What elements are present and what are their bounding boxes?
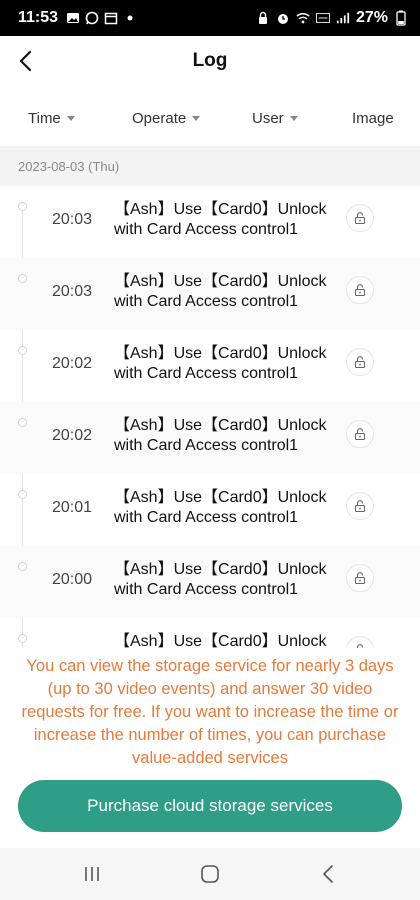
status-right-icons: 27% (256, 9, 408, 27)
purchase-cloud-storage-button[interactable]: Purchase cloud storage services (18, 780, 402, 832)
timeline-dot (18, 202, 27, 211)
status-left-icons (66, 11, 137, 25)
status-time: 11:53 (18, 9, 59, 26)
log-text: 【Ash】Use【Card0】Unlock with Card Access c… (114, 417, 327, 454)
log-text: 【Ash】Use【Card0】Unlock with Card Access c… (114, 489, 327, 526)
caret-down-icon (289, 115, 298, 121)
storage-notice: You can view the storage service for nea… (21, 657, 399, 767)
log-item[interactable]: 20:03 【Ash】Use【Card0】Unlock with Card Ac… (0, 186, 420, 258)
home-icon[interactable] (198, 862, 222, 886)
unlock-icon[interactable] (346, 204, 374, 232)
log-text: 【Ash】Use【Card0】Unlock (114, 633, 327, 648)
log-time: 20:03 (52, 283, 93, 300)
log-list[interactable]: 20:03 【Ash】Use【Card0】Unlock with Card Ac… (0, 186, 420, 648)
filter-time[interactable]: Time (28, 110, 75, 127)
filter-operate[interactable]: Operate (132, 109, 201, 127)
log-item[interactable]: 20:00 【Ash】Use【Card0】Unlock with Card Ac… (0, 546, 420, 618)
volte-icon (315, 11, 330, 25)
filter-image[interactable]: Image (352, 110, 394, 127)
alarm-icon (276, 11, 290, 25)
log-item[interactable]: 【Ash】Use【Card0】Unlock (0, 618, 420, 648)
log-text: 【Ash】Use【Card0】Unlock with Card Access c… (114, 561, 327, 598)
log-time: 20:02 (52, 355, 93, 372)
caret-down-icon (66, 115, 75, 121)
log-time: 20:01 (52, 499, 93, 516)
unlock-icon[interactable] (346, 276, 374, 304)
back-icon[interactable] (316, 862, 340, 886)
alarm-lock-icon (256, 11, 270, 25)
date-header-label: 2023-08-03 (Thu) (18, 158, 120, 174)
unlock-icon[interactable] (346, 492, 374, 520)
recent-apps-icon[interactable] (80, 862, 104, 886)
dot-icon (123, 11, 137, 25)
timeline-dot (18, 346, 27, 355)
filter-image-label: Image (352, 109, 394, 127)
purchase-button-label: Purchase cloud storage services (87, 796, 333, 815)
filter-operate-label: Operate (132, 109, 187, 127)
app-header: Log (0, 36, 420, 86)
page-title: Log (192, 50, 228, 71)
log-text: 【Ash】Use【Card0】Unlock with Card Access c… (114, 345, 327, 382)
date-header: 2023-08-03 (Thu) (0, 146, 420, 186)
filter-user-label: User (252, 109, 284, 127)
gallery-icon (66, 11, 80, 25)
signal-icon (336, 11, 350, 25)
timeline-dot (18, 562, 27, 571)
calendar-icon (104, 11, 118, 25)
log-text: 【Ash】Use【Card0】Unlock with Card Access c… (114, 273, 327, 310)
battery-icon (394, 10, 408, 26)
system-nav-bar (0, 848, 420, 900)
log-text: 【Ash】Use【Card0】Unlock with Card Access c… (114, 201, 327, 238)
unlock-icon[interactable] (346, 564, 374, 592)
timeline-dot (18, 274, 27, 283)
battery-percent: 27% (355, 9, 388, 26)
log-time: 20:02 (52, 427, 93, 444)
log-time: 20:03 (52, 211, 93, 228)
log-item[interactable]: 20:01 【Ash】Use【Card0】Unlock with Card Ac… (0, 474, 420, 546)
back-button[interactable] (10, 46, 40, 76)
unlock-icon[interactable] (346, 348, 374, 376)
chevron-left-icon (19, 50, 32, 72)
timeline-dot (18, 490, 27, 499)
timeline-dot (18, 634, 27, 643)
unlock-icon[interactable] (346, 636, 374, 648)
timeline-dot (18, 418, 27, 427)
log-item[interactable]: 20:02 【Ash】Use【Card0】Unlock with Card Ac… (0, 402, 420, 474)
log-item[interactable]: 20:02 【Ash】Use【Card0】Unlock with Card Ac… (0, 330, 420, 402)
filter-bar: Time Operate User Image (0, 100, 420, 136)
unlock-icon[interactable] (346, 420, 374, 448)
filter-user[interactable]: User (252, 110, 298, 127)
whatsapp-icon (85, 11, 99, 25)
log-time: 20:00 (52, 571, 93, 588)
status-bar: 11:53 27% (0, 0, 420, 36)
wifi-icon (296, 11, 310, 25)
caret-down-icon (192, 115, 201, 121)
log-item[interactable]: 20:03 【Ash】Use【Card0】Unlock with Card Ac… (0, 258, 420, 330)
filter-time-label: Time (28, 109, 61, 127)
